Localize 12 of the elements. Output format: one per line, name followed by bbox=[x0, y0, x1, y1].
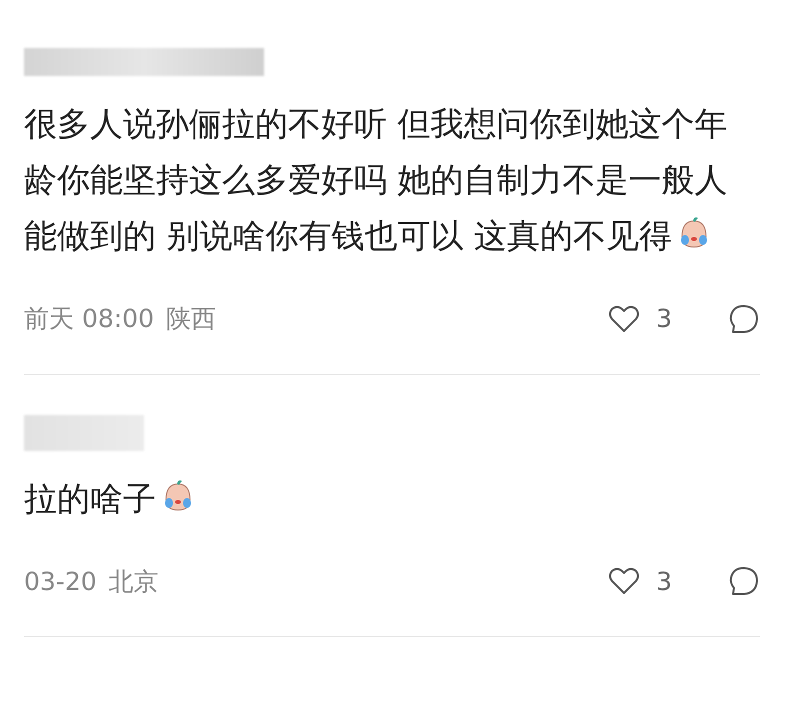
heart-icon[interactable] bbox=[608, 304, 640, 334]
heart-icon[interactable] bbox=[608, 566, 640, 596]
comment-text: 很多人说孙俪拉的不好听 但我想问你到她这个年龄你能坚持这么多爱好吗 她的自制力不是一般人能做到的 别说啥你有钱也可以 这真的不见得 bbox=[24, 103, 728, 257]
comment-bubble-icon[interactable] bbox=[728, 302, 760, 335]
comment-location: 北京 bbox=[108, 566, 159, 598]
comment-text: 拉的啥子 bbox=[24, 470, 744, 526]
like-count: 3 bbox=[656, 566, 672, 598]
comment-time: 前天 08:00 bbox=[24, 303, 154, 335]
comment-location: 陕西 bbox=[166, 303, 216, 335]
comment-bubble-icon[interactable] bbox=[728, 565, 760, 598]
like-count: 3 bbox=[656, 303, 672, 335]
comment-time: 03-20 bbox=[24, 566, 97, 598]
